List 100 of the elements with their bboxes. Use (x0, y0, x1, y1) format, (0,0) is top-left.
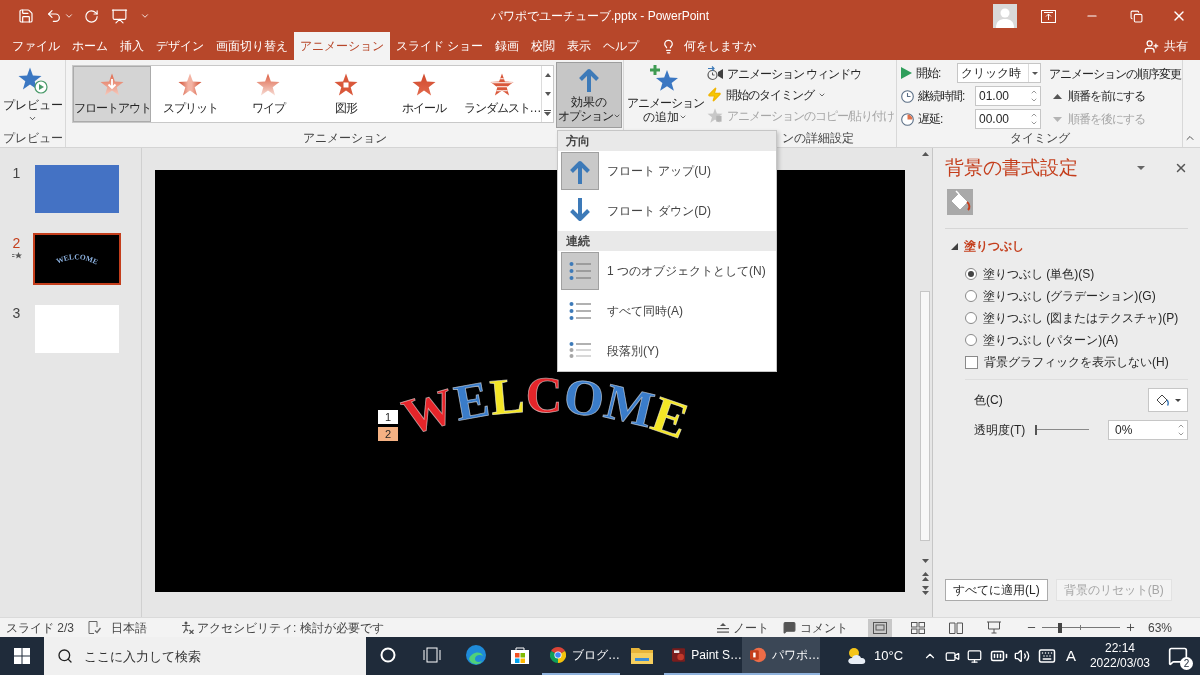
zoom-level[interactable]: 63% (1147, 618, 1172, 637)
clock-button[interactable]: 22:14 2022/03/03 (1089, 641, 1150, 671)
gallery-item[interactable]: フロートアウト (73, 66, 151, 122)
spin-up-icon[interactable] (1177, 422, 1185, 430)
pane-menu-caret-icon[interactable] (1137, 166, 1145, 170)
gallery-item[interactable]: ランダムスト… (463, 66, 541, 122)
radio-button[interactable] (965, 268, 977, 280)
customize-caret-icon[interactable] (140, 11, 150, 21)
ribbon-tab[interactable]: 録画 (489, 32, 526, 60)
spin-up-icon[interactable] (1030, 88, 1038, 96)
spin-up-icon[interactable] (1030, 111, 1038, 119)
ribbon-tab[interactable]: デザイン (150, 32, 210, 60)
expanded-triangle-icon[interactable] (951, 242, 958, 250)
option-label: 塗りつぶし (単色)(S) (983, 266, 1095, 283)
slide-thumbnail[interactable] (33, 163, 121, 215)
dropdown-field[interactable]: クリック時 (957, 63, 1041, 83)
ribbon-tab[interactable]: ホーム (66, 32, 114, 60)
ribbon-tab[interactable]: 画面切り替え (210, 32, 294, 60)
ribbon-tab[interactable]: 表示 (561, 32, 598, 60)
radio-button[interactable] (965, 312, 977, 324)
preview-button[interactable]: プレビュー (1, 62, 64, 126)
scrollbar-thumb[interactable] (920, 291, 930, 541)
scroll-down-icon[interactable] (921, 559, 929, 563)
ribbon-tab[interactable]: アニメーション (294, 32, 390, 60)
radio-button[interactable] (965, 290, 977, 302)
tell-me-button[interactable]: 何をしますか (661, 32, 757, 60)
ribbon-tab[interactable]: ヘルプ (597, 32, 646, 60)
ribbon-tab[interactable]: スライド ショー (390, 32, 490, 60)
radio-button[interactable] (965, 334, 977, 346)
language-button[interactable]: 日本語 (111, 618, 147, 637)
spin-down-icon[interactable] (1177, 430, 1185, 438)
restore-icon[interactable] (1129, 9, 1143, 23)
color-picker-button[interactable] (1148, 388, 1188, 412)
caret-icon[interactable] (64, 11, 74, 21)
input-mode-button[interactable]: A (1065, 647, 1076, 665)
ribbon-command[interactable]: 開始のタイミング (707, 84, 895, 105)
menu-item[interactable]: フロート ダウン(D) (558, 191, 776, 231)
ribbon-options-icon[interactable] (1040, 9, 1056, 23)
save-icon[interactable] (18, 8, 34, 24)
document-check-icon[interactable] (88, 621, 101, 634)
presentation-icon[interactable] (111, 7, 128, 25)
monitor-icon[interactable] (966, 648, 982, 664)
animation-tag[interactable]: 2 (378, 427, 398, 441)
gallery-item[interactable]: ワイプ (229, 66, 307, 122)
spin-field[interactable]: 00.00 (975, 109, 1041, 129)
animation-tag[interactable]: 1 (378, 410, 398, 424)
ribbon-tab[interactable]: 挿入 (114, 32, 150, 60)
slider-thumb[interactable] (1035, 425, 1038, 435)
more-icon[interactable] (544, 109, 551, 116)
volume-icon[interactable] (1013, 648, 1030, 664)
star-plus-icon (650, 65, 680, 93)
slider-thumb[interactable] (1058, 622, 1063, 633)
close-icon[interactable] (1174, 161, 1188, 175)
star-icon (256, 73, 280, 96)
section-title[interactable]: 塗りつぶし (964, 237, 1024, 255)
ribbon-tab[interactable]: ファイル (6, 32, 66, 60)
menu-item[interactable]: 1 つのオブジェクトとして(N) (558, 251, 776, 291)
zoom-in-icon[interactable] (1124, 622, 1136, 633)
notes-button[interactable]: ノート (716, 618, 769, 637)
ribbon-tab[interactable]: 校閲 (525, 32, 562, 60)
slide-thumbnail[interactable] (33, 303, 121, 355)
checkbox[interactable] (965, 355, 978, 369)
scroll-down-icon[interactable] (544, 92, 551, 96)
caret-icon[interactable] (1031, 71, 1038, 75)
redo-icon[interactable] (84, 8, 99, 24)
weather-button[interactable]: 10°C (846, 646, 904, 666)
menu-section-header: 連続 (566, 233, 590, 250)
effect-options-button[interactable]: 効果の オプション (556, 62, 622, 128)
accessibility-button[interactable]: アクセシビリティ: 検討が必要です (181, 618, 384, 637)
gallery-item[interactable]: ホイール (385, 66, 463, 122)
ribbon-command[interactable]: アニメーション ウィンドウ (707, 63, 895, 84)
previous-slide-icon[interactable] (921, 572, 929, 581)
view-button[interactable] (867, 618, 892, 637)
spin-field[interactable]: 01.00 (975, 86, 1041, 106)
add-animation-button[interactable]: アニメーション の追加 (625, 62, 705, 128)
transparency-field[interactable]: 0% (1108, 420, 1188, 440)
pane-button[interactable]: すべてに適用(L) (945, 579, 1048, 601)
undo-icon[interactable] (46, 8, 62, 24)
keyboard-icon[interactable] (1037, 647, 1056, 665)
menu-item[interactable]: フロート アップ(U) (558, 151, 776, 191)
notification-icon[interactable] (1168, 646, 1188, 666)
scroll-up-icon[interactable] (921, 152, 929, 156)
taskbar-button[interactable]: ブログ… (542, 637, 620, 675)
search-field[interactable]: ここに入力して検索 (44, 637, 366, 675)
menu-item[interactable]: すべて同時(A) (558, 291, 776, 331)
paint-bucket-icon[interactable] (947, 189, 973, 215)
spin-down-icon[interactable] (1030, 119, 1038, 127)
scroll-up-icon[interactable] (544, 73, 551, 78)
zoom-slider[interactable] (1041, 621, 1120, 634)
windows-logo-icon[interactable] (14, 648, 30, 664)
comments-button[interactable]: コメント (782, 618, 848, 637)
star-icon (100, 73, 124, 96)
gallery-item[interactable]: 図形 (307, 66, 385, 122)
share-button[interactable]: 共有 (1144, 32, 1188, 60)
reorder-button[interactable]: 順番を前にする (1053, 87, 1181, 105)
gallery-item[interactable]: スプリット (151, 66, 229, 122)
transparency-slider[interactable] (1035, 424, 1090, 436)
spin-down-icon[interactable] (1030, 96, 1038, 104)
next-slide-icon[interactable] (921, 586, 929, 595)
taskbar-button[interactable]: パワポ… (742, 637, 820, 675)
